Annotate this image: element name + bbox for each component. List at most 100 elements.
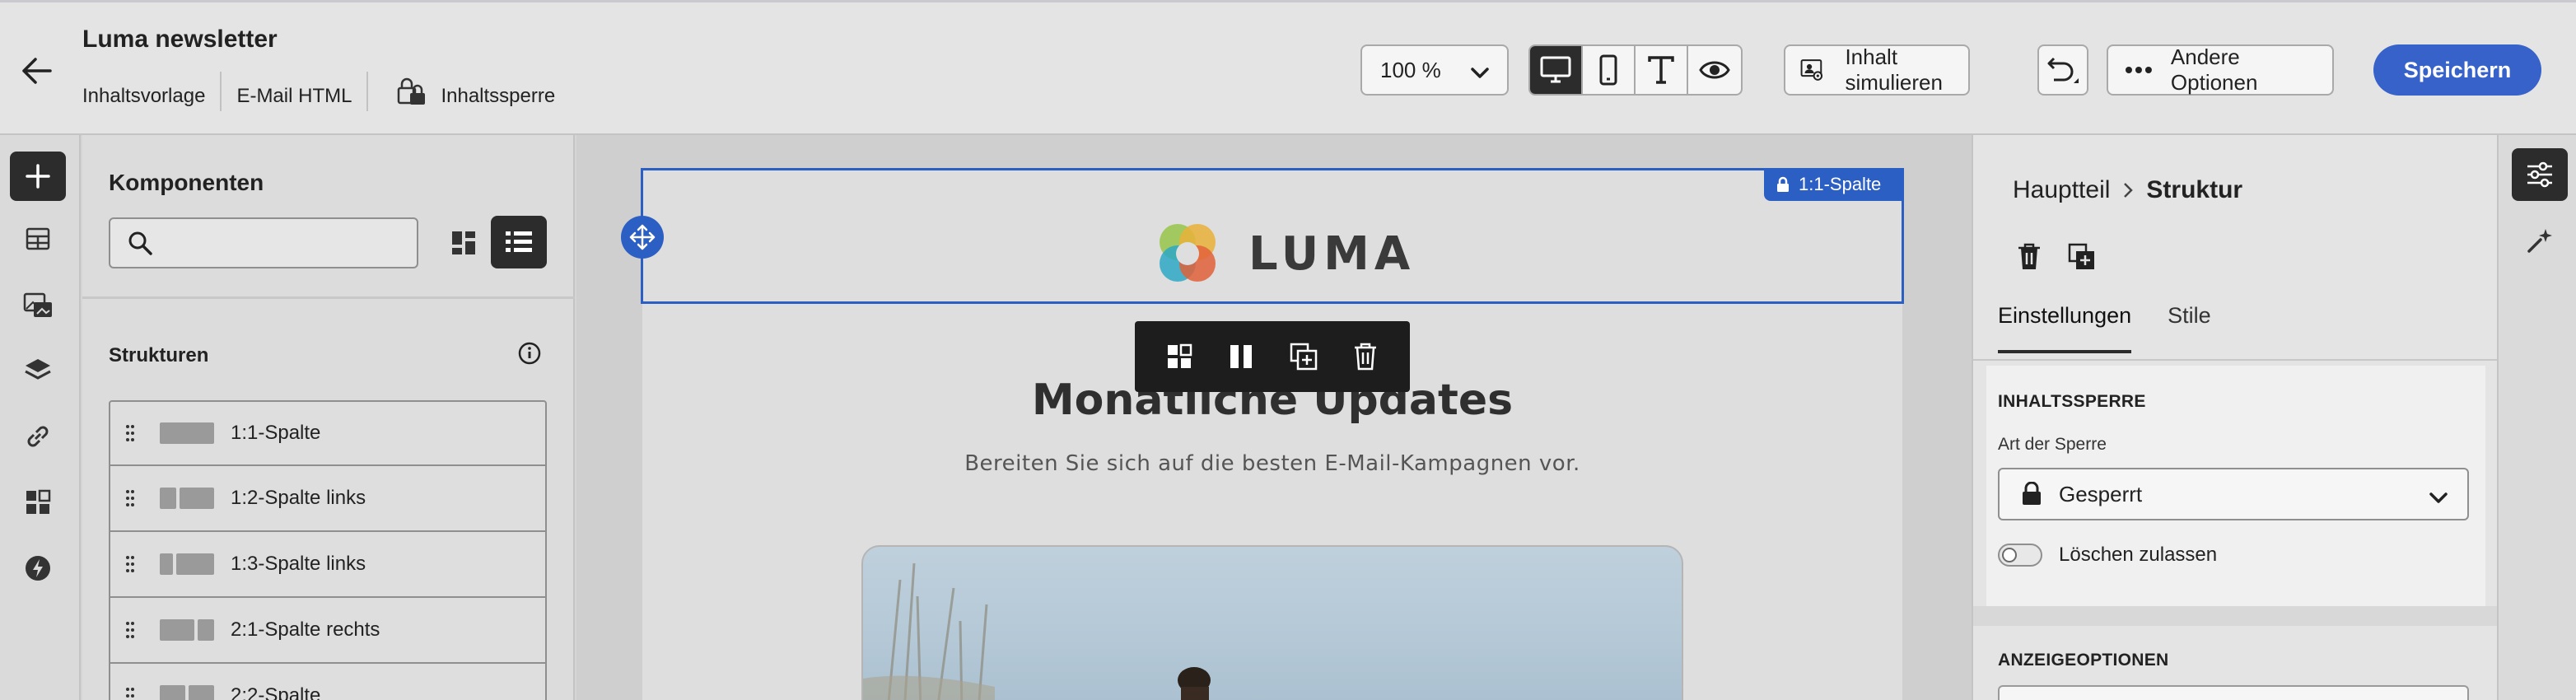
list-view-icon — [506, 231, 532, 252]
grid-view-button[interactable] — [438, 217, 489, 268]
back-arrow-icon[interactable] — [16, 50, 58, 91]
page-title: Luma newsletter — [82, 26, 278, 53]
lightning-icon[interactable] — [10, 544, 66, 593]
more-icon — [2125, 67, 2152, 73]
components-title: Komponenten — [109, 170, 264, 195]
zoom-select[interactable]: 100 % — [1360, 44, 1509, 96]
assets-icon[interactable] — [10, 280, 66, 329]
structure-item-2-2[interactable]: 2:2-Spalte — [109, 664, 547, 700]
breadcrumb-parent[interactable]: Hauptteil — [2013, 176, 2110, 204]
layers-icon[interactable] — [10, 346, 66, 395]
fragment-button[interactable] — [1154, 331, 1205, 382]
settings-sliders-icon[interactable] — [2512, 148, 2568, 201]
tab-styles[interactable]: Stile — [2168, 303, 2211, 353]
content-lock-section-title: INHALTSSPERRE — [1998, 392, 2146, 411]
content-lock-label[interactable]: Inhaltssperre — [441, 85, 555, 108]
magic-wand-icon[interactable] — [2512, 214, 2568, 267]
trash-icon — [1355, 343, 1377, 371]
mobile-icon — [1599, 54, 1617, 86]
allow-delete-label: Löschen zulassen — [2059, 544, 2218, 566]
right-rail — [2497, 135, 2576, 700]
structure-toolbar — [1135, 321, 1410, 392]
properties-tabs: Einstellungen Stile — [1998, 303, 2247, 353]
chevron-right-icon — [2121, 181, 2135, 199]
mobile-view-button[interactable] — [1583, 46, 1636, 94]
structures-list: 1:1-Spalte 1:2-Spalte links 1:3-Spalte l… — [109, 400, 547, 700]
link-icon[interactable] — [10, 412, 66, 461]
view-mode-group — [1528, 44, 1743, 96]
breadcrumb-current: Struktur — [2146, 176, 2243, 203]
desktop-view-button[interactable] — [1530, 46, 1583, 94]
text-icon — [1648, 56, 1674, 84]
delete-button[interactable] — [1340, 331, 1391, 382]
lock-type-value: Gesperrt — [2059, 481, 2143, 506]
columns-icon — [1230, 345, 1253, 368]
structure-item-1-1[interactable]: 1:1-Spalte — [109, 400, 547, 466]
two-one-column-thumbnail — [160, 619, 214, 641]
lock-type-select[interactable]: Gesperrt — [1998, 468, 2469, 520]
divider — [82, 296, 575, 299]
fragment-icon — [1167, 343, 1192, 368]
delete-structure-button[interactable] — [2009, 237, 2049, 277]
undo-button[interactable] — [2037, 44, 2088, 96]
hero-image[interactable] — [861, 545, 1683, 700]
chevron-down-icon — [2428, 486, 2449, 511]
drag-handle-icon[interactable] — [125, 555, 137, 573]
brand-logo: LUMA — [1150, 216, 1415, 292]
save-button[interactable]: Speichern — [2373, 44, 2541, 96]
structure-item-1-2-left[interactable]: 1:2-Spalte links — [109, 466, 547, 532]
content-lock-icon — [396, 77, 429, 106]
structure-item-2-1-right[interactable]: 2:1-Spalte rechts — [109, 598, 547, 664]
components-panel: Komponenten Strukturen 1:1-Spalte 1:2-Sp… — [82, 135, 575, 700]
drag-handle-icon[interactable] — [125, 424, 137, 442]
search-box[interactable] — [109, 217, 418, 268]
display-options-field[interactable] — [1998, 685, 2469, 700]
left-rail — [0, 135, 81, 700]
allow-delete-toggle[interactable]: Löschen zulassen — [1998, 544, 2217, 567]
add-icon[interactable] — [10, 152, 66, 201]
eye-icon — [1699, 61, 1730, 79]
structure-label: 1:1-Spalte — [231, 422, 321, 444]
search-icon — [128, 231, 152, 255]
duplicate-icon — [1290, 343, 1317, 371]
selection-tag: 1:1-Spalte — [1764, 168, 1904, 201]
structure-label: 1:2-Spalte links — [231, 487, 366, 509]
list-view-button[interactable] — [491, 216, 547, 268]
lock-type-label: Art der Sperre — [1998, 435, 2107, 454]
structure-item-1-3-left[interactable]: 1:3-Spalte links — [109, 532, 547, 598]
more-options-label: Andere Optionen — [2170, 44, 2258, 95]
trash-icon — [2018, 243, 2040, 269]
lock-icon — [2023, 482, 2041, 505]
simulate-icon — [1800, 59, 1823, 81]
more-options-button[interactable]: Andere Optionen — [2107, 44, 2334, 96]
breadcrumb: Hauptteil Struktur — [2013, 176, 2242, 204]
divider — [366, 72, 369, 111]
drag-handle-icon[interactable] — [125, 621, 137, 639]
fragments-icon[interactable] — [10, 478, 66, 527]
divider — [220, 72, 222, 111]
desktop-icon — [1540, 56, 1571, 83]
move-handle-icon[interactable] — [621, 216, 664, 259]
email-type-label: E-Mail HTML — [236, 85, 352, 107]
info-icon[interactable] — [517, 341, 542, 370]
tab-settings[interactable]: Einstellungen — [1998, 303, 2132, 353]
search-input[interactable] — [165, 231, 412, 254]
email-subline[interactable]: Bereiten Sie sich auf die besten E-Mail-… — [642, 451, 1902, 476]
preview-button[interactable] — [1688, 46, 1741, 94]
columns-button[interactable] — [1216, 331, 1267, 382]
one-column-thumbnail — [160, 422, 214, 444]
toggle-switch[interactable] — [1998, 544, 2042, 567]
zoom-value: 100 % — [1380, 57, 1441, 82]
luma-logo-mark — [1160, 224, 1216, 282]
structure-label: 1:3-Spalte links — [231, 553, 366, 575]
top-header: Luma newsletter Inhaltsvorlage E-Mail HT… — [0, 0, 2576, 135]
drag-handle-icon[interactable] — [125, 687, 137, 700]
structure-icon[interactable] — [10, 214, 66, 264]
drag-handle-icon[interactable] — [125, 489, 137, 507]
simulate-content-button[interactable]: Inhalt simulieren — [1784, 44, 1970, 96]
duplicate-structure-button[interactable] — [2062, 237, 2102, 277]
duplicate-button[interactable] — [1278, 331, 1329, 382]
text-view-button[interactable] — [1636, 46, 1688, 94]
structures-section-title: Strukturen — [109, 344, 209, 366]
hero-photo — [863, 562, 1211, 700]
